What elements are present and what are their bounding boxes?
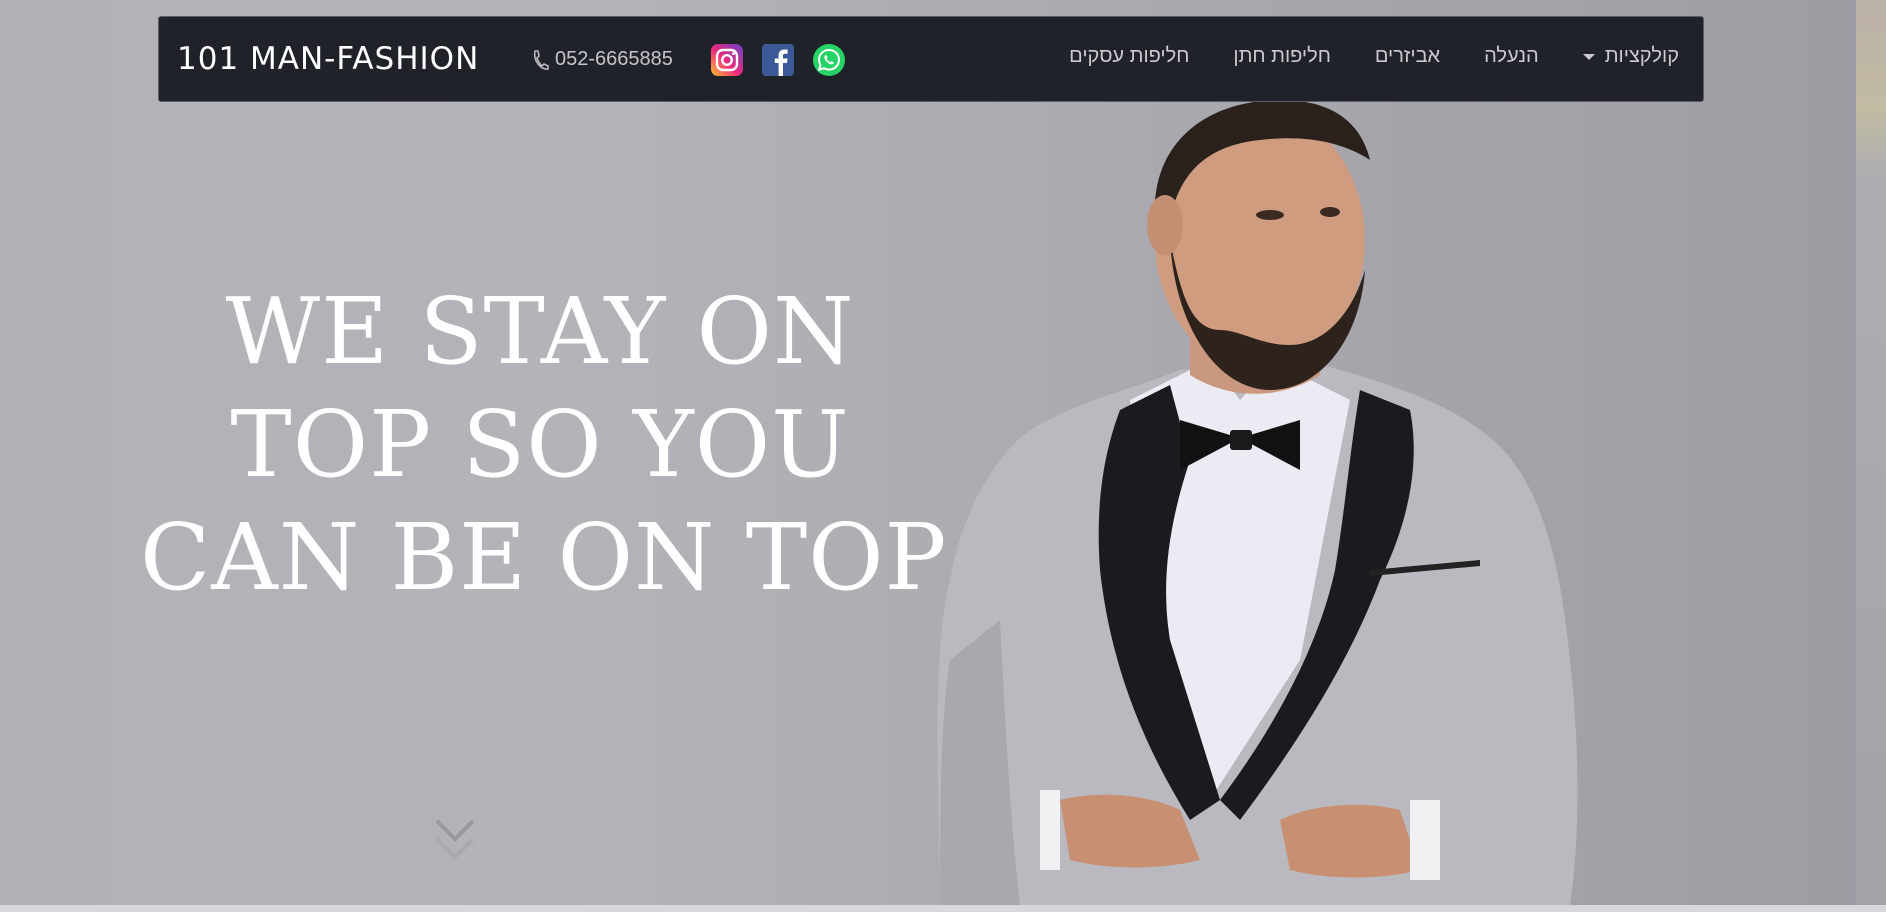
nav-item-business-suits[interactable]: חליפות עסקים [1069, 45, 1189, 68]
nav-item-groom-suits[interactable]: חליפות חתן [1233, 45, 1331, 68]
right-edge-decor [1856, 0, 1886, 905]
bottom-strip [0, 905, 1886, 912]
whatsapp-icon[interactable] [813, 44, 845, 76]
facebook-icon[interactable] [762, 44, 794, 76]
nav-item-collections-label: קולקציות [1604, 45, 1679, 67]
phone-contact[interactable]: 052-6665885 [531, 48, 673, 71]
phone-number: 052-6665885 [555, 48, 673, 70]
hero-headline: WE STAY ON TOP SO YOU CAN BE ON TOP [140, 275, 948, 614]
main-menu: חליפות עסקים חליפות חתן אביזרים הנעלה קו… [1069, 45, 1679, 68]
headline-line: TOP SO YOU [230, 391, 850, 498]
caret-down-icon [1582, 53, 1595, 60]
phone-icon [533, 49, 549, 70]
chevron-double-down-icon[interactable] [434, 817, 476, 865]
hero-model-image [937, 100, 1578, 905]
headline-line: CAN BE ON TOP [140, 504, 948, 611]
instagram-icon[interactable] [711, 44, 743, 76]
nav-item-accessories[interactable]: אביזרים [1375, 45, 1440, 68]
top-navbar: 101 MAN-FASHION 052-6665885 חליפות עסקים… [158, 16, 1704, 102]
nav-item-footwear[interactable]: הנעלה [1484, 45, 1539, 68]
hero-section: WE STAY ON TOP SO YOU CAN BE ON TOP [0, 0, 1886, 905]
headline-line: WE STAY ON [225, 278, 855, 385]
nav-item-collections-dropdown[interactable]: קולקציות [1582, 45, 1679, 68]
brand-logo[interactable]: 101 MAN-FASHION [177, 41, 479, 77]
